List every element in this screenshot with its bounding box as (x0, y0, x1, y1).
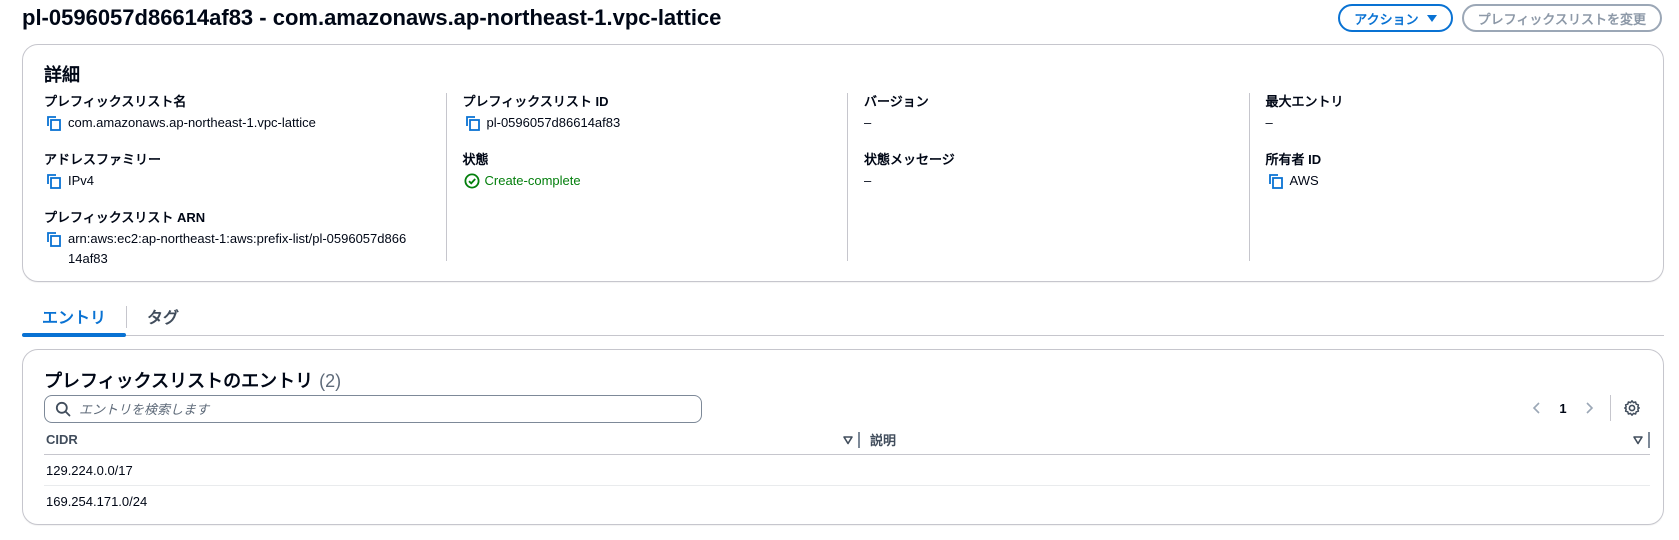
caret-down-icon (1426, 14, 1437, 22)
kv-prefix-list-id: プレフィックスリスト ID pl-0596057d86614af83 (463, 93, 832, 133)
details-title: 詳細 (44, 65, 80, 85)
kv-value: pl-0596057d86614af83 (463, 113, 832, 133)
owner-id-value: AWS (1289, 173, 1319, 188)
column-header-label: CIDR (46, 432, 78, 447)
prefix-list-arn-value: arn:aws:ec2:ap-northeast-1:aws:prefix-li… (68, 231, 407, 266)
kv-prefix-list-arn: プレフィックスリスト ARN arn:aws:ec2:ap-northeast-… (44, 209, 430, 269)
entries-header: プレフィックスリストのエントリ (2) (44, 367, 341, 393)
kv-version: バージョン – (864, 93, 1233, 133)
modify-prefix-list-button[interactable]: プレフィックスリストを変更 (1461, 4, 1662, 32)
entries-count: (2) (319, 371, 342, 391)
kv-key: プレフィックスリスト名 (44, 94, 187, 109)
page-number[interactable]: 1 (1550, 401, 1576, 416)
kv-state-message: 状態メッセージ – (864, 151, 1233, 191)
kv-key: アドレスファミリー (44, 152, 162, 167)
tab-entries[interactable]: エントリ (22, 302, 127, 337)
tab-tags[interactable]: タグ (127, 302, 199, 336)
entries-table: CIDR 説明 129.224.0.0/17 169.254.171.0/24 (44, 425, 1650, 517)
column-header-cidr[interactable]: CIDR (44, 425, 860, 454)
pager-divider (1610, 395, 1611, 421)
kv-value: com.amazonaws.ap-northeast-1.vpc-lattice (44, 113, 430, 133)
kv-owner-id: 所有者 ID AWS (1266, 151, 1635, 191)
search-input[interactable] (79, 401, 679, 417)
copy-icon[interactable] (1266, 171, 1286, 191)
kv-value: – (864, 113, 1233, 133)
column-header-label: 説明 (870, 433, 897, 448)
details-columns: プレフィックスリスト名 com.amazonaws.ap-northeast-1… (44, 93, 1651, 266)
column-header-description[interactable]: 説明 (860, 425, 1650, 454)
actions-button-label: アクション (1354, 11, 1419, 27)
table-row: 169.254.171.0/24 (44, 486, 1650, 517)
state-message-value: – (864, 173, 872, 188)
table-header: CIDR 説明 (44, 425, 1650, 455)
settings-icon[interactable] (1619, 395, 1645, 421)
header-actions: アクション プレフィックスリストを変更 (1338, 4, 1662, 32)
search-icon (55, 401, 71, 417)
kv-key: 所有者 ID (1265, 152, 1322, 167)
status-success-icon (463, 172, 481, 190)
max-entries-value: – (1265, 115, 1273, 130)
prefix-list-name-value: com.amazonaws.ap-northeast-1.vpc-lattice (68, 115, 316, 130)
kv-prefix-list-name: プレフィックスリスト名 com.amazonaws.ap-northeast-1… (44, 93, 430, 133)
kv-value: – (1266, 113, 1635, 133)
tab-bar: エントリ タグ (22, 302, 1664, 337)
copy-icon[interactable] (44, 229, 64, 249)
kv-key: プレフィックスリスト ARN (44, 210, 206, 225)
kv-value: – (864, 171, 1233, 191)
chevron-left-icon[interactable] (1524, 395, 1550, 421)
kv-address-family: アドレスファミリー IPv4 (44, 151, 430, 191)
kv-key: 状態 (462, 152, 489, 167)
table-row: 129.224.0.0/17 (44, 455, 1650, 486)
search-field (44, 395, 702, 423)
copy-icon[interactable] (463, 113, 483, 133)
cidr-cell: 129.224.0.0/17 (46, 462, 133, 478)
kv-value: AWS (1266, 171, 1635, 191)
entries-panel: プレフィックスリストのエントリ (2) 1 (22, 349, 1664, 525)
kv-value: arn:aws:ec2:ap-northeast-1:aws:prefix-li… (44, 229, 430, 269)
copy-icon[interactable] (44, 113, 64, 133)
kv-state: 状態 Create-complete (463, 151, 832, 191)
sort-icon[interactable] (842, 434, 854, 446)
column-resizer[interactable] (1648, 432, 1650, 448)
version-value: – (864, 115, 872, 130)
kv-key: バージョン (864, 94, 929, 109)
prefix-list-id-value: pl-0596057d86614af83 (486, 115, 621, 130)
page-header: pl-0596057d86614af83 - com.amazonaws.ap-… (22, 0, 1662, 36)
page-title: pl-0596057d86614af83 - com.amazonaws.ap-… (22, 5, 722, 30)
actions-button[interactable]: アクション (1338, 4, 1453, 32)
kv-key: プレフィックスリスト ID (462, 94, 609, 109)
details-column-2: プレフィックスリスト ID pl-0596057d86614af83 状態 Cr… (445, 93, 848, 261)
details-column-1: プレフィックスリスト名 com.amazonaws.ap-northeast-1… (44, 93, 446, 266)
entries-title: プレフィックスリストのエントリ (44, 371, 314, 391)
pagination: 1 (1524, 394, 1645, 422)
address-family-value: IPv4 (68, 173, 95, 188)
kv-key: 状態メッセージ (864, 152, 955, 167)
kv-max-entries: 最大エントリ – (1266, 93, 1635, 133)
details-column-3: バージョン – 状態メッセージ – (847, 93, 1249, 261)
chevron-right-icon[interactable] (1576, 395, 1602, 421)
kv-key: 最大エントリ (1265, 94, 1344, 109)
state-value: Create-complete (484, 173, 581, 188)
copy-icon[interactable] (44, 171, 64, 191)
sort-icon[interactable] (1632, 434, 1644, 446)
details-column-4: 最大エントリ – 所有者 ID AWS (1248, 93, 1651, 261)
kv-value: Create-complete (463, 171, 832, 191)
page: pl-0596057d86614af83 - com.amazonaws.ap-… (0, 0, 1679, 540)
kv-value: IPv4 (44, 171, 430, 191)
cidr-cell: 169.254.171.0/24 (46, 494, 148, 509)
details-panel: 詳細 プレフィックスリスト名 com.amazonaws.ap-northeas… (22, 44, 1664, 282)
